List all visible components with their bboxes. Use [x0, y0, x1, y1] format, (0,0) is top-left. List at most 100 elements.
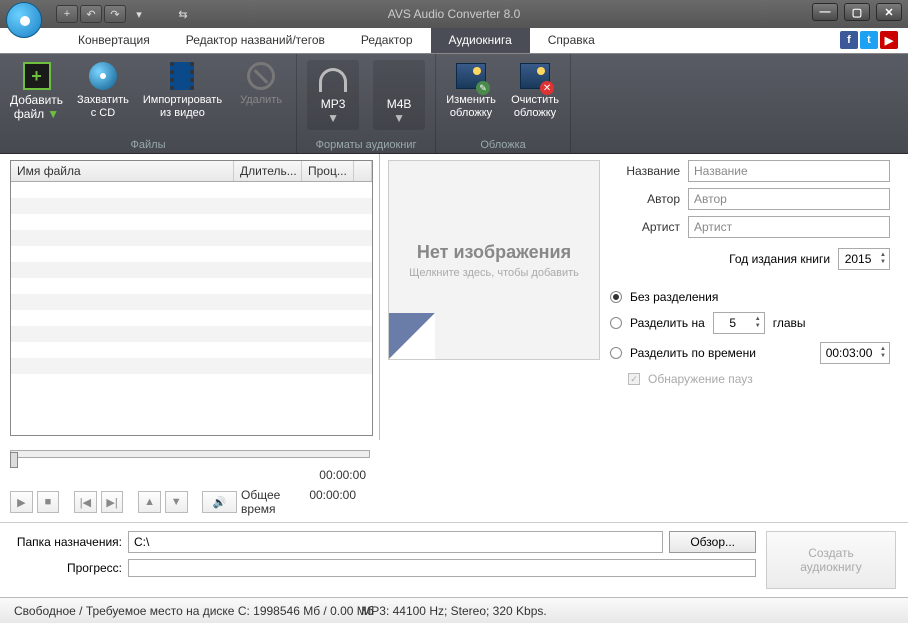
clear-cover-label: Очистить обложку — [511, 94, 559, 119]
year-spinner[interactable]: ▲▼ — [838, 248, 890, 270]
pause-detect-checkbox: ✓ — [628, 373, 640, 385]
split-count-unit: главы — [773, 316, 806, 330]
wifi-icon: ⇆ — [172, 5, 194, 23]
volume-button[interactable]: 🔊 — [202, 491, 237, 513]
ribbon-group-cover: ✎ Изменить обложку ✕ Очистить обложку Об… — [436, 54, 571, 153]
maximize-button[interactable]: ▢ — [844, 3, 870, 21]
qat-dropdown-icon[interactable]: ▾ — [128, 5, 150, 23]
split-time-spinner[interactable]: ▲▼ — [820, 342, 890, 364]
qat-undo-button[interactable]: ↶ — [80, 5, 102, 23]
play-button[interactable]: ▶ — [10, 491, 33, 513]
prev-button[interactable]: |◀ — [74, 491, 97, 513]
split-count-input[interactable] — [714, 313, 752, 333]
twitter-icon[interactable]: t — [860, 31, 878, 49]
app-icon — [6, 2, 48, 44]
status-disk-space: Свободное / Требуемое место на диске C: … — [14, 604, 374, 618]
title-label: Название — [610, 164, 680, 178]
cover-placeholder-subtitle: Щелкните здесь, чтобы добавить — [409, 267, 579, 279]
title-input[interactable] — [688, 160, 890, 182]
window-title: AVS Audio Converter 8.0 — [388, 7, 521, 21]
split-time-label: Разделить по времени — [630, 346, 756, 360]
clear-cover-button[interactable]: ✕ Очистить обложку — [510, 60, 560, 119]
split-count-radio[interactable] — [610, 317, 622, 329]
split-time-input[interactable] — [821, 343, 877, 363]
titlebar: + ↶ ↷ ▾ ⇆ AVS Audio Converter 8.0 — ▢ ✕ — [0, 0, 908, 28]
ribbon-group-formats: MP3▼ M4B▼ Форматы аудиокниг — [297, 54, 436, 153]
change-cover-button[interactable]: ✎ Изменить обложку — [446, 60, 496, 119]
youtube-icon[interactable]: ▶ — [880, 31, 898, 49]
artist-input[interactable] — [688, 216, 890, 238]
progress-bar — [128, 559, 756, 577]
delete-label: Удалить — [240, 94, 282, 107]
author-input[interactable] — [688, 188, 890, 210]
cover-group-title: Обложка — [480, 137, 525, 151]
total-time-label: Общее время — [241, 488, 299, 516]
dest-folder-label: Папка назначения: — [12, 535, 122, 549]
create-audiobook-button: Создать аудиокнигу — [766, 531, 896, 589]
file-table-body[interactable] — [11, 182, 372, 402]
import-video-button[interactable]: Импортировать из видео — [143, 60, 222, 122]
stop-button[interactable]: ■ — [37, 491, 60, 513]
split-count-label: Разделить на — [630, 316, 705, 330]
clear-badge-icon: ✕ — [540, 81, 554, 95]
dest-folder-input[interactable] — [128, 531, 663, 553]
status-format: MP3: 44100 Hz; Stereo; 320 Kbps. — [361, 604, 546, 618]
spin-down-icon[interactable]: ▼ — [752, 323, 764, 330]
timeline-slider[interactable] — [10, 450, 370, 470]
delete-button: Удалить — [236, 60, 286, 122]
col-progress[interactable]: Проц... — [302, 161, 354, 181]
m4b-label: M4B — [387, 97, 412, 111]
split-time-radio[interactable] — [610, 347, 622, 359]
qat-redo-button[interactable]: ↷ — [104, 5, 126, 23]
move-up-button[interactable]: ▲ — [138, 491, 161, 513]
file-table[interactable]: Имя файла Длитель... Проц... — [10, 160, 373, 436]
files-group-title: Файлы — [131, 137, 166, 151]
apple-icon — [383, 64, 415, 96]
tab-audiobook[interactable]: Аудиокнига — [431, 28, 530, 53]
author-label: Автор — [610, 192, 680, 206]
spin-up-icon[interactable]: ▲ — [752, 316, 764, 323]
split-none-label: Без разделения — [630, 290, 718, 304]
tab-tag-editor[interactable]: Редактор названий/тегов — [168, 28, 343, 53]
col-duration[interactable]: Длитель... — [234, 161, 302, 181]
tab-convert[interactable]: Конвертация — [60, 28, 168, 53]
m4b-format-button[interactable]: M4B▼ — [373, 60, 425, 130]
mp3-format-button[interactable]: MP3▼ — [307, 60, 359, 130]
spin-down-icon[interactable]: ▼ — [877, 259, 889, 266]
timeline-thumb[interactable] — [10, 452, 18, 468]
file-list-pane: Имя файла Длитель... Проц... — [0, 154, 380, 440]
minimize-button[interactable]: — — [812, 3, 838, 21]
spin-down-icon[interactable]: ▼ — [877, 353, 889, 360]
mp3-label: MP3 — [321, 97, 346, 111]
col-filename[interactable]: Имя файла — [11, 161, 234, 181]
grab-cd-label: Захватить с CD — [77, 94, 129, 119]
browse-button[interactable]: Обзор... — [669, 531, 756, 553]
move-down-button[interactable]: ▼ — [165, 491, 188, 513]
dropdown-icon: ▼ — [47, 107, 59, 121]
grab-cd-button[interactable]: Захватить с CD — [77, 60, 129, 122]
split-count-spinner[interactable]: ▲▼ — [713, 312, 765, 334]
qat-add-button[interactable]: + — [56, 5, 78, 23]
spin-up-icon[interactable]: ▲ — [877, 346, 889, 353]
year-input[interactable] — [839, 249, 877, 269]
metadata-pane: Нет изображения Щелкните здесь, чтобы до… — [380, 154, 908, 440]
ribbon-group-files: + Добавить файл ▼ Захватить с CD Импорти… — [0, 54, 297, 153]
cover-dropzone[interactable]: Нет изображения Щелкните здесь, чтобы до… — [388, 160, 600, 360]
next-button[interactable]: ▶| — [101, 491, 124, 513]
year-label: Год издания книги — [729, 252, 830, 266]
tab-editor[interactable]: Редактор — [343, 28, 431, 53]
tab-help[interactable]: Справка — [530, 28, 613, 53]
facebook-icon[interactable]: f — [840, 31, 858, 49]
change-cover-label: Изменить обложку — [446, 94, 496, 119]
col-spacer — [354, 161, 372, 181]
close-button[interactable]: ✕ — [876, 3, 902, 21]
spin-up-icon[interactable]: ▲ — [877, 252, 889, 259]
add-file-button[interactable]: + Добавить файл ▼ — [10, 60, 63, 122]
main-tabstrip: Конвертация Редактор названий/тегов Реда… — [0, 28, 908, 54]
statusbar: Свободное / Требуемое место на диске C: … — [0, 597, 908, 623]
formats-group-title: Форматы аудиокниг — [316, 137, 417, 151]
split-none-radio[interactable] — [610, 291, 622, 303]
timeline-position: 00:00:00 — [0, 468, 380, 482]
pause-detect-label: Обнаружение пауз — [648, 372, 753, 386]
quick-access-toolbar: + ↶ ↷ ▾ ⇆ — [56, 5, 194, 23]
